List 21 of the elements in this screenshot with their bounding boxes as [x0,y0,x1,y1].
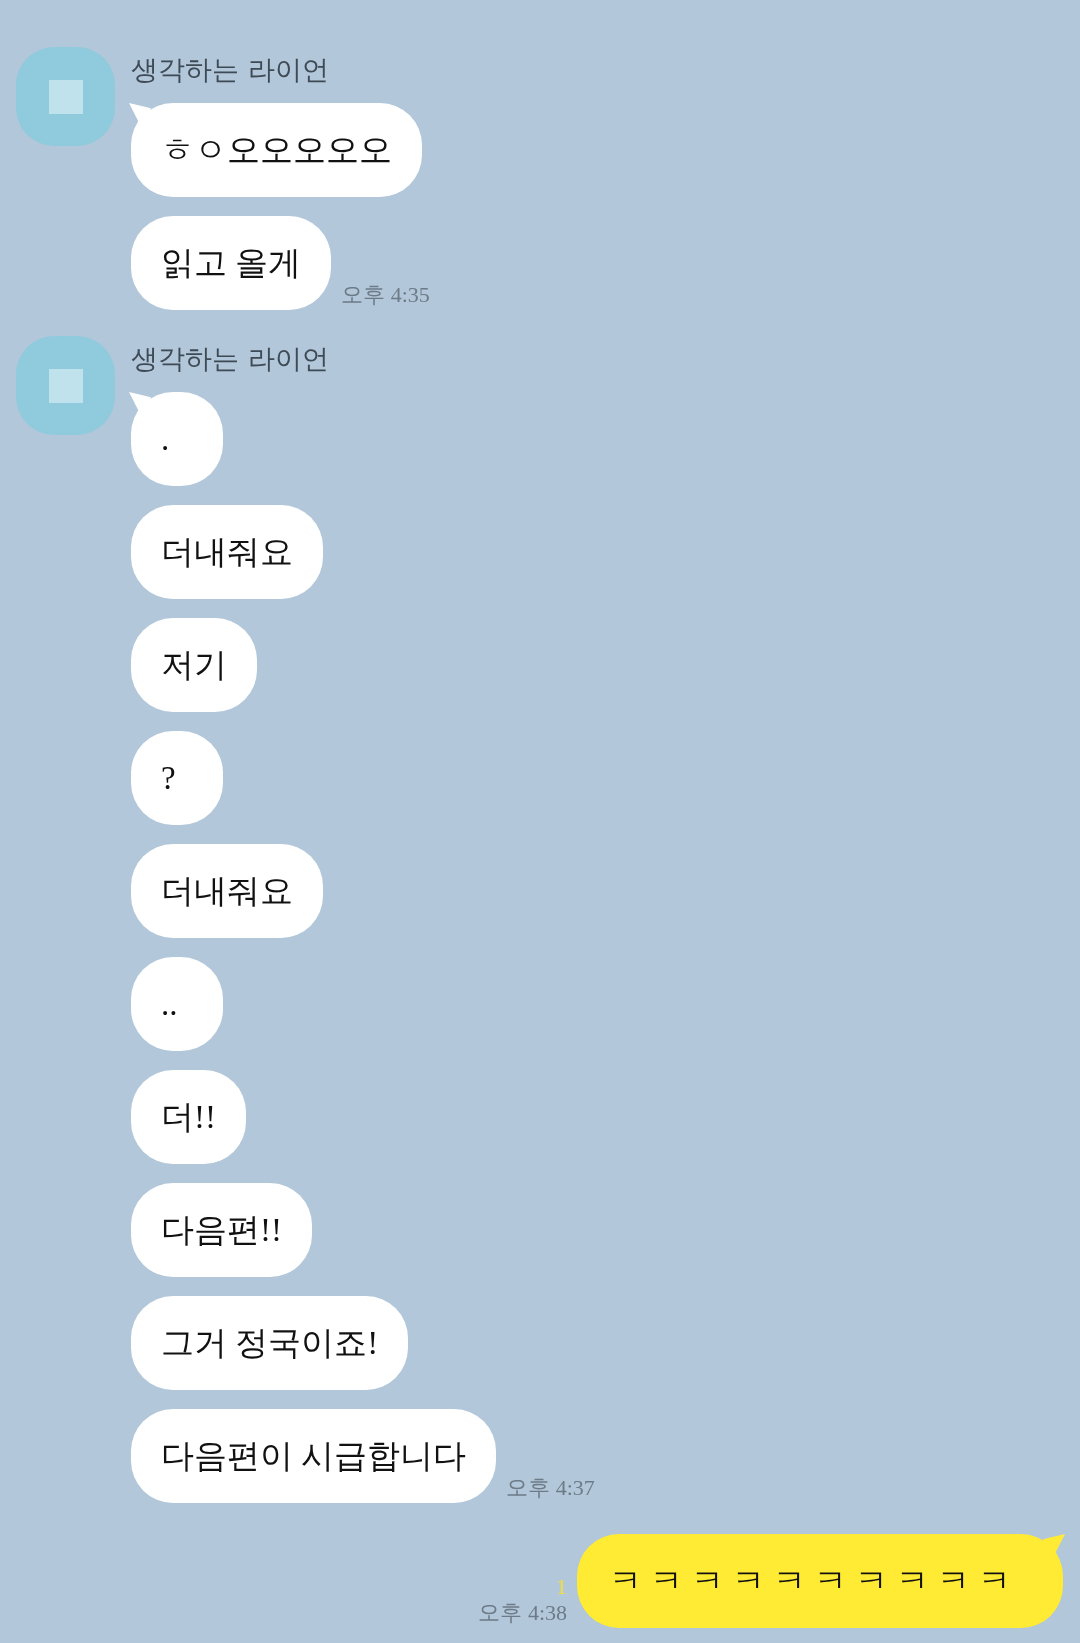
message-bubble: 다음편이 시급합니다 [131,1409,497,1503]
message-bubble: 읽고 올게 [131,216,332,310]
message-bubble: .. [131,957,223,1051]
avatar-icon[interactable] [16,47,115,146]
message-bubble: ? [131,731,223,825]
message-time: 오후 4:37 [506,1475,595,1501]
message-bubble: ㅋㅋㅋㅋㅋㅋㅋㅋㅋㅋ [577,1534,1063,1628]
message-bubble: 더!! [131,1070,246,1164]
message-bubble: ㅎㅇ오오오오오 [131,103,422,197]
message-bubble: 더내줘요 [131,844,323,938]
message-bubble: 다음편!! [131,1183,312,1277]
sender-name: 생각하는 라이언 [131,53,330,87]
avatar-icon[interactable] [16,336,115,435]
message-bubble: 그거 정국이죠! [131,1296,409,1390]
message-time: 오후 4:35 [341,282,430,308]
message-bubble: 더내줘요 [131,505,323,599]
unread-count: 1 [556,1574,567,1600]
message-bubble: 저기 [131,618,257,712]
message-bubble: . [131,392,223,486]
message-time: 오후 4:38 [478,1600,567,1626]
sender-name: 생각하는 라이언 [131,342,330,376]
